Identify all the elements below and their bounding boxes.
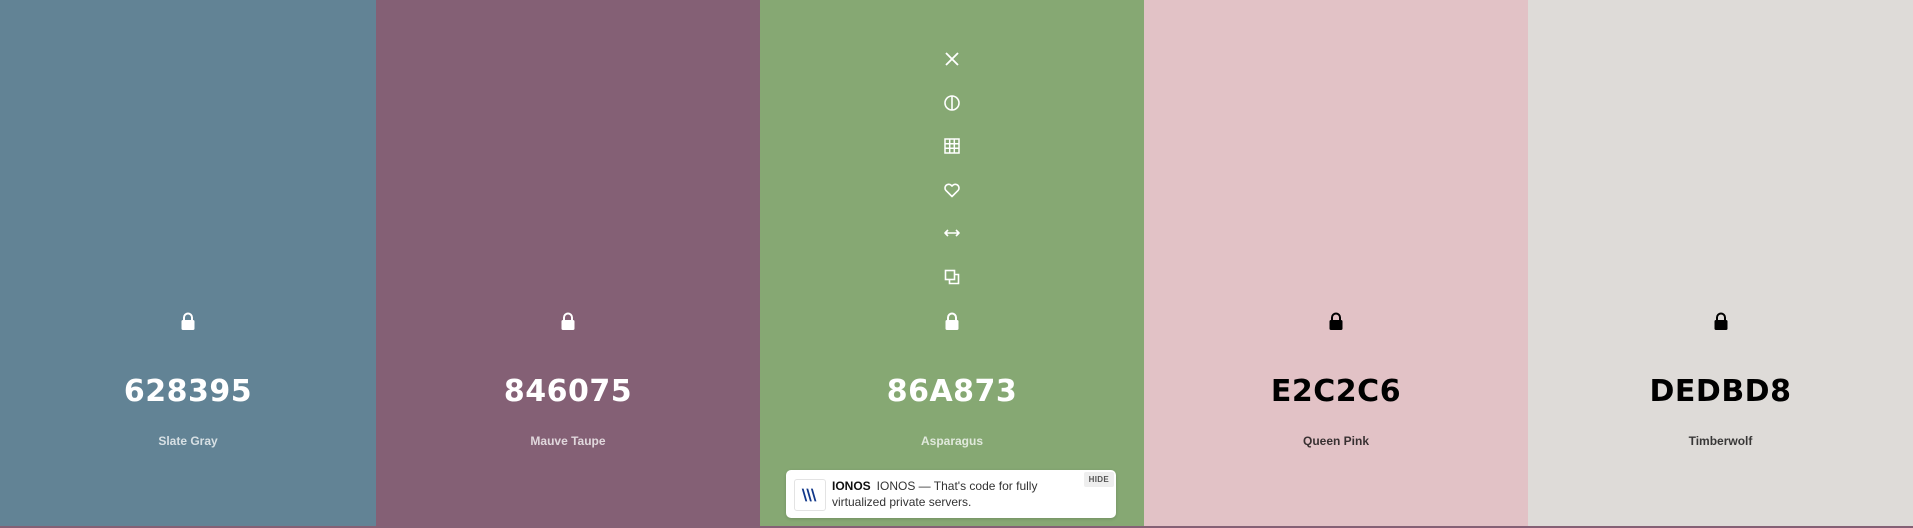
ad-brand: IONOS xyxy=(832,479,871,493)
color-hex[interactable]: DEDBD8 xyxy=(1528,374,1913,409)
close-icon[interactable] xyxy=(940,47,964,71)
drag-arrows-icon[interactable] xyxy=(940,221,964,245)
color-name: Timberwolf xyxy=(1688,434,1753,448)
swatch-slate-gray[interactable]: 628395 Slate Gray xyxy=(0,0,376,526)
color-hex[interactable]: 86A873 xyxy=(760,374,1144,409)
lock-icon[interactable] xyxy=(1709,309,1733,333)
lock-icon[interactable] xyxy=(556,309,580,333)
swatch-mauve-taupe[interactable]: 846075 Mauve Taupe xyxy=(376,0,760,526)
color-name: Mauve Taupe xyxy=(530,434,606,448)
hide-ad-button[interactable]: HIDE xyxy=(1083,472,1114,487)
palette: 628395 Slate Gray 846075 Mauve Taupe 86A… xyxy=(0,0,1913,526)
ad-text[interactable]: IONOS IONOS — That's code for fully virtu… xyxy=(832,478,1082,510)
color-hex[interactable]: 628395 xyxy=(0,374,376,409)
ad-banner[interactable]: IONOS IONOS — That's code for fully virtu… xyxy=(786,470,1116,518)
swatch-queen-pink[interactable]: E2C2C6 Queen Pink xyxy=(1144,0,1528,526)
swatch-asparagus[interactable]: 86A873 Asparagus IONOS IONOS — That's cod… xyxy=(760,0,1144,526)
color-hex[interactable]: 846075 xyxy=(376,374,760,409)
lock-icon[interactable] xyxy=(176,309,200,333)
heart-icon[interactable] xyxy=(940,178,964,202)
grid-icon[interactable] xyxy=(940,134,964,158)
color-name: Queen Pink xyxy=(1302,434,1370,448)
ionos-logo-icon xyxy=(794,479,826,511)
swatch-timberwolf[interactable]: DEDBD8 Timberwolf xyxy=(1528,0,1913,526)
color-hex[interactable]: E2C2C6 xyxy=(1144,374,1528,409)
copy-icon[interactable] xyxy=(940,265,964,289)
lock-icon[interactable] xyxy=(940,309,964,333)
color-name: Asparagus xyxy=(920,434,984,448)
lock-icon[interactable] xyxy=(1324,309,1348,333)
contrast-icon[interactable] xyxy=(940,91,964,115)
color-name: Slate Gray xyxy=(158,434,218,448)
